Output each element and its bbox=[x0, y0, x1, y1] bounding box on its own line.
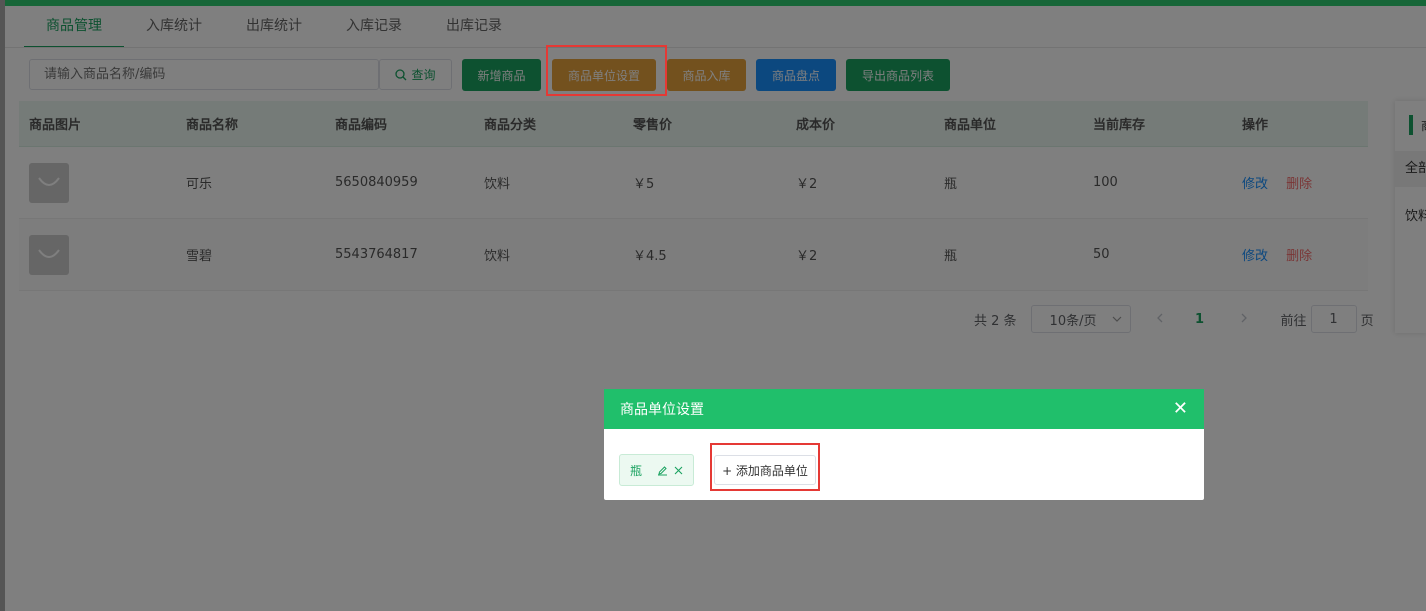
unit-settings-dialog: 商品单位设置 ✕ 瓶 + 添加商品单位 bbox=[604, 389, 1204, 500]
highlight-box-unit-settings bbox=[546, 45, 667, 96]
highlight-box-add-unit bbox=[710, 443, 820, 491]
dialog-body: 瓶 + 添加商品单位 bbox=[604, 429, 1204, 500]
edit-icon[interactable] bbox=[657, 465, 668, 476]
close-icon[interactable]: ✕ bbox=[1173, 400, 1188, 418]
close-icon[interactable] bbox=[674, 466, 683, 475]
dialog-title: 商品单位设置 bbox=[620, 402, 704, 418]
unit-tag-label: 瓶 bbox=[630, 463, 643, 478]
dialog-header: 商品单位设置 ✕ bbox=[604, 389, 1204, 429]
modal-overlay[interactable] bbox=[0, 0, 1426, 611]
window-left-edge bbox=[0, 0, 5, 611]
unit-tag: 瓶 bbox=[619, 454, 694, 486]
